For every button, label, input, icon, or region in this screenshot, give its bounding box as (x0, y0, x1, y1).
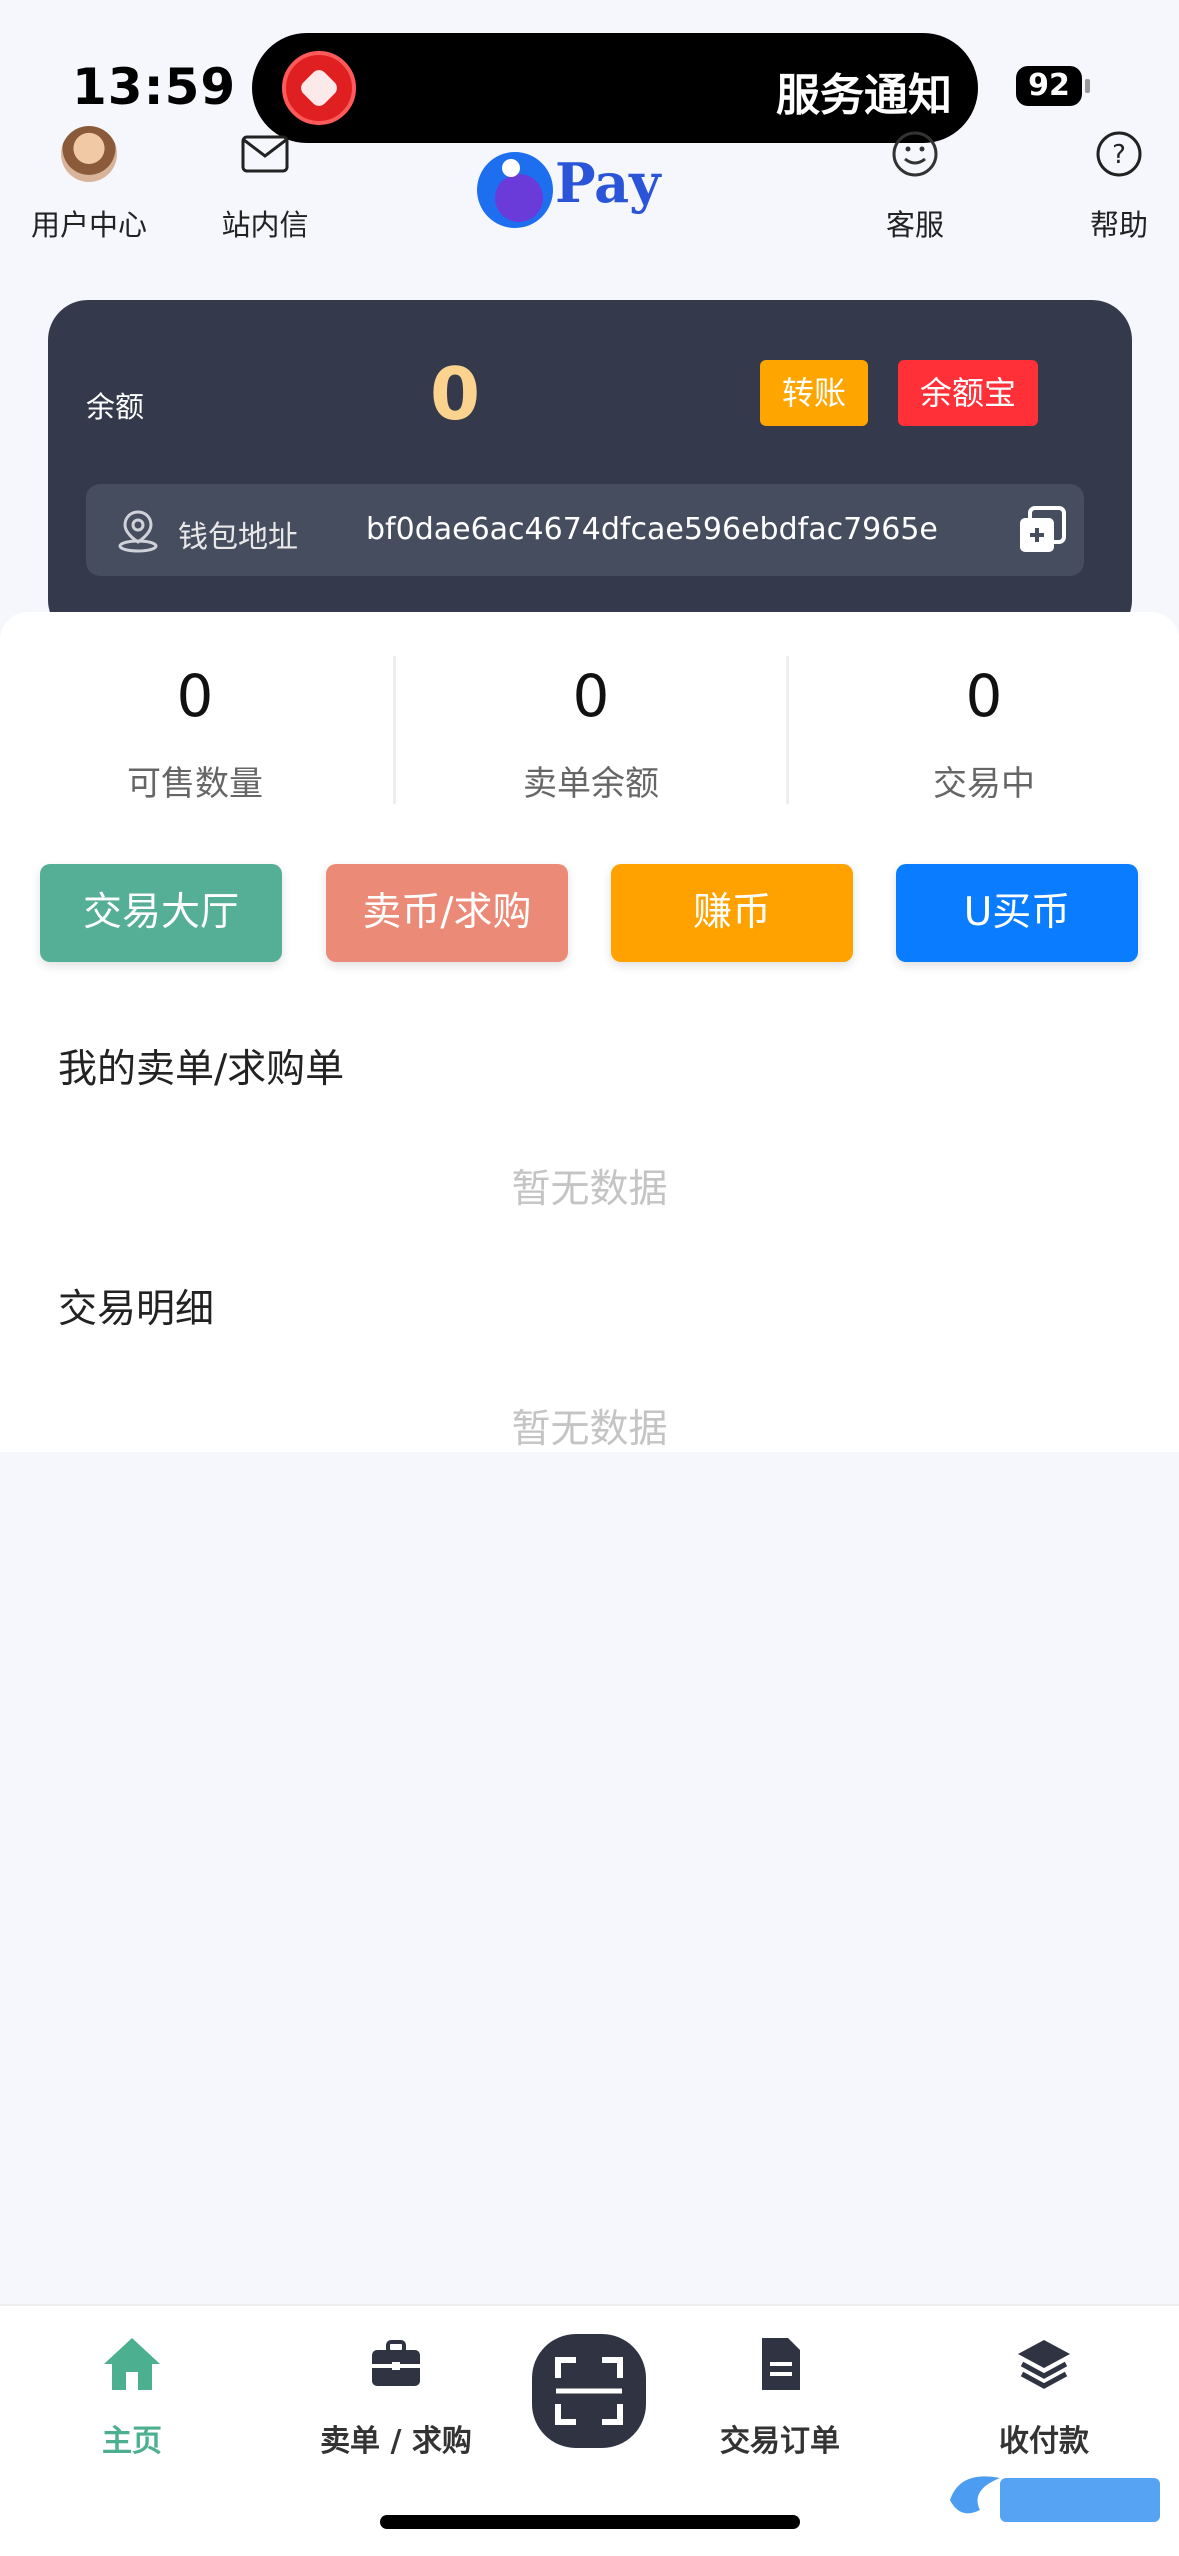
battery-indicator: 92 (1016, 66, 1090, 106)
scan-button[interactable] (532, 2334, 646, 2448)
mail-icon (241, 135, 289, 173)
scan-icon (555, 2357, 623, 2425)
document-icon (762, 2338, 800, 2390)
u-buy-coin-button[interactable]: U买币 (896, 864, 1138, 962)
briefcase-icon (370, 2340, 422, 2386)
wallet-card: 余额 0 转账 余额宝 钱包地址 bf0dae6ac4674dfcae596eb… (48, 300, 1132, 640)
tab-home[interactable]: 主页 (32, 2332, 232, 2460)
copy-icon[interactable] (1014, 502, 1070, 558)
home-indicator (380, 2515, 800, 2529)
stat-sellable-value: 0 (176, 662, 214, 730)
tab-home-label: 主页 (102, 2424, 162, 2459)
wallet-address-label: 钱包地址 (178, 520, 298, 555)
tab-payments[interactable]: 收付款 (944, 2332, 1144, 2460)
main-content: 0 可售数量 0 卖单余额 0 交易中 交易大厅 卖币/求购 赚币 U买币 我的… (0, 612, 1179, 1452)
avatar (61, 126, 117, 182)
nav-user-center-label: 用户中心 (30, 208, 147, 242)
support-icon (892, 131, 938, 177)
tab-orders[interactable]: 交易订单 (680, 2332, 880, 2460)
tab-sell-buy[interactable]: 卖单 / 求购 (296, 2332, 496, 2460)
nav-help[interactable]: ? 帮助 (1074, 124, 1164, 244)
stat-trading: 0 交易中 (789, 662, 1179, 805)
wallet-address-value: bf0dae6ac4674dfcae596ebdfac7965e (366, 512, 938, 547)
help-icon: ? (1096, 131, 1142, 177)
stat-trading-label: 交易中 (933, 764, 1035, 804)
nav-support[interactable]: 客服 (870, 124, 960, 244)
trade-hall-button[interactable]: 交易大厅 (40, 864, 282, 962)
transaction-details-title: 交易明细 (58, 1287, 215, 1332)
my-orders-empty: 暂无数据 (511, 1167, 668, 1212)
tab-orders-label: 交易订单 (720, 2424, 840, 2459)
ipay-logo: Pay (477, 151, 662, 228)
location-icon (118, 510, 158, 553)
transaction-details-empty: 暂无数据 (511, 1407, 668, 1452)
nav-help-label: 帮助 (1089, 208, 1148, 242)
stat-sellable-label: 可售数量 (127, 764, 263, 804)
stat-sell-balance-label: 卖单余额 (523, 764, 659, 804)
logo-text: Pay (555, 151, 662, 215)
yuebao-button[interactable]: 余额宝 (898, 360, 1038, 426)
my-orders-title: 我的卖单/求购单 (58, 1047, 345, 1092)
watermark-logo (950, 2476, 1160, 2522)
nav-support-label: 客服 (885, 208, 944, 242)
stat-sell-balance-value: 0 (572, 662, 610, 730)
sell-buy-button[interactable]: 卖币/求购 (326, 864, 568, 962)
notification-text: 服务通知 (776, 70, 952, 121)
app-notification-icon (282, 51, 356, 125)
earn-coin-button[interactable]: 赚币 (611, 864, 853, 962)
stat-sell-balance: 0 卖单余额 (396, 662, 786, 805)
balance-value: 0 (430, 352, 481, 436)
stat-sellable: 0 可售数量 (0, 662, 390, 805)
stat-trading-value: 0 (965, 662, 1003, 730)
svg-text:?: ? (1112, 140, 1126, 170)
wallet-address-bar: 钱包地址 bf0dae6ac4674dfcae596ebdfac7965e (86, 484, 1084, 576)
balance-label: 余额 (86, 390, 145, 424)
nav-inbox[interactable]: 站内信 (212, 124, 318, 244)
status-time: 13:59 (72, 58, 237, 116)
transfer-button[interactable]: 转账 (760, 360, 868, 426)
nav-user-center[interactable]: 用户中心 (24, 124, 154, 244)
home-icon (104, 2338, 160, 2390)
layers-icon (1018, 2340, 1070, 2389)
tab-sell-buy-label: 卖单 / 求购 (320, 2424, 472, 2459)
tab-payments-label: 收付款 (999, 2424, 1089, 2459)
nav-inbox-label: 站内信 (221, 208, 309, 242)
